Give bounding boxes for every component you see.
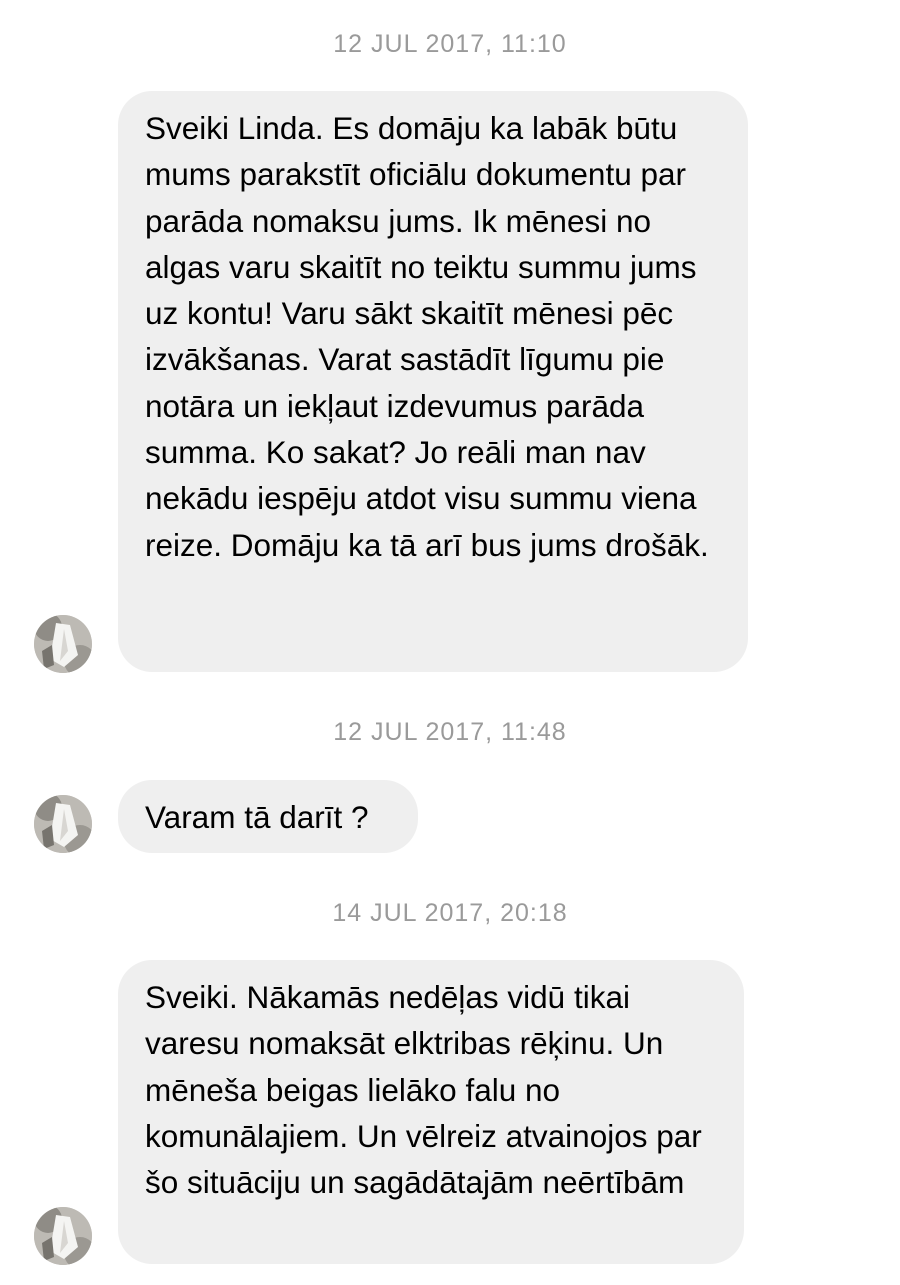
message-bubble-incoming[interactable]: Sveiki. Nākamās nedēļas vidū tikai vares… bbox=[118, 960, 744, 1264]
avatar-photo-icon bbox=[34, 795, 92, 853]
message-timestamp: 12 JUL 2017, 11:10 bbox=[333, 30, 567, 58]
message-timestamp: 12 JUL 2017, 11:48 bbox=[333, 718, 567, 746]
message-bubble-incoming[interactable]: Sveiki Linda. Es domāju ka labāk būtu mu… bbox=[118, 91, 748, 672]
avatar-photo-icon bbox=[34, 615, 92, 673]
message-bubble-incoming[interactable]: Varam tā darīt ? bbox=[118, 780, 418, 853]
sender-avatar[interactable] bbox=[34, 795, 92, 853]
sender-avatar[interactable] bbox=[34, 1207, 92, 1265]
sender-avatar[interactable] bbox=[34, 615, 92, 673]
message-timestamp: 14 JUL 2017, 20:18 bbox=[332, 899, 568, 927]
avatar-photo-icon bbox=[34, 1207, 92, 1265]
